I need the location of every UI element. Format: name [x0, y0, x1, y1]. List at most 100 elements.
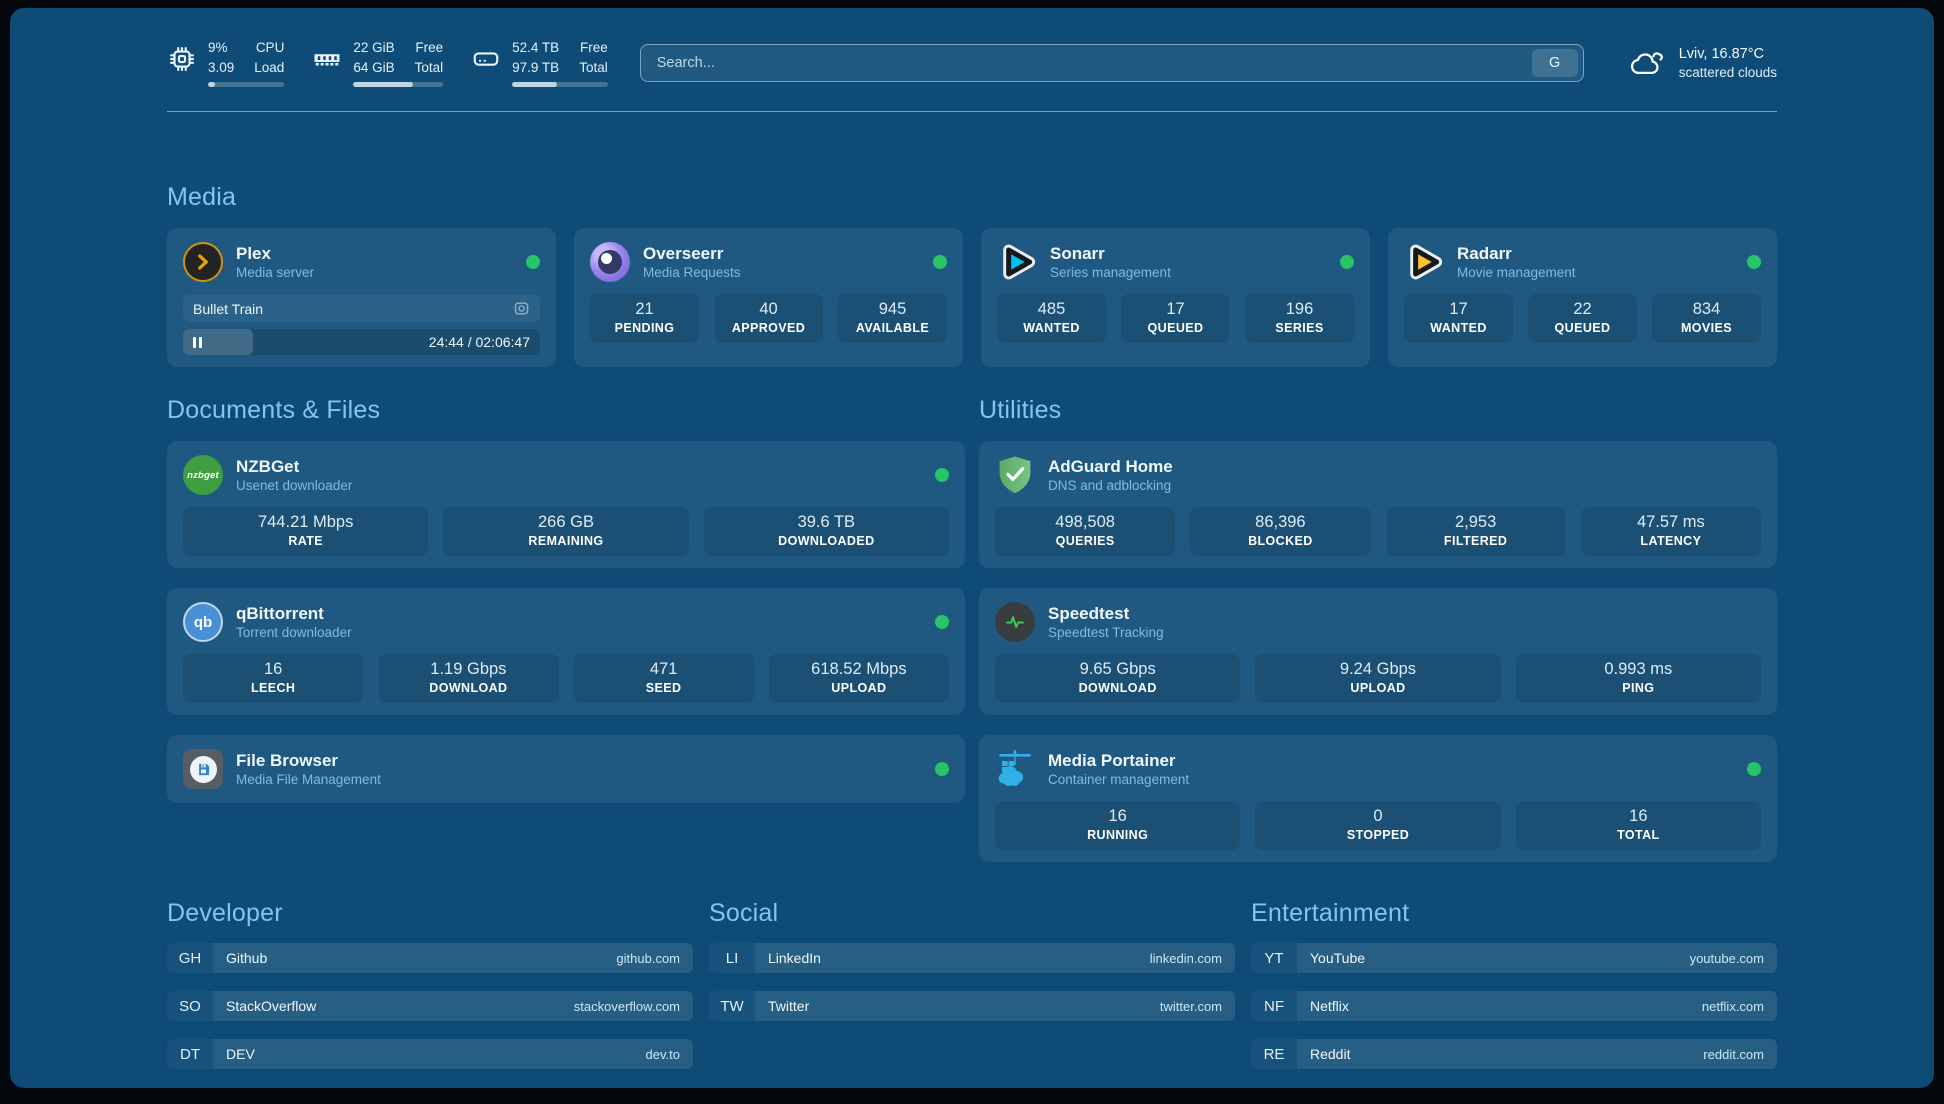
overseerr-icon — [590, 242, 630, 282]
nzbget-stats: 744.21 Mbps RATE 266 GB REMAINING 39.6 T… — [183, 507, 949, 556]
cpu-stats: 9% 3.09 CPU Load — [208, 38, 284, 87]
memory-progress-fill — [353, 82, 412, 87]
stat-approved: 40 APPROVED — [714, 294, 823, 343]
bookmark-dev[interactable]: DT DEV dev.to — [167, 1039, 693, 1069]
sonarr-status-dot — [1340, 255, 1354, 269]
qbittorrent-name: qBittorrent — [236, 604, 352, 624]
service-card-speedtest[interactable]: Speedtest Speedtest Tracking 9.65 Gbps D… — [979, 588, 1777, 715]
stat-download: 9.65 Gbps DOWNLOAD — [995, 654, 1240, 703]
cpu-chip-icon — [167, 44, 197, 74]
stat-upload: 618.52 Mbps UPLOAD — [769, 654, 949, 703]
bookmark-stackoverflow[interactable]: SO StackOverflow stackoverflow.com — [167, 991, 693, 1021]
service-card-overseerr[interactable]: Overseerr Media Requests 21 PENDING 40 A… — [574, 228, 963, 367]
speedtest-pulse-icon — [995, 602, 1035, 642]
bookmark-body: StackOverflow stackoverflow.com — [213, 991, 693, 1021]
bookmark-abbr: LI — [709, 943, 755, 973]
plex-status-dot — [526, 255, 540, 269]
disk-free-label: Free — [579, 38, 608, 58]
bookmark-twitter[interactable]: TW Twitter twitter.com — [709, 991, 1235, 1021]
nzbget-name: NZBGet — [236, 457, 352, 477]
overseerr-header: Overseerr Media Requests — [590, 240, 947, 284]
qbittorrent-status-dot — [935, 615, 949, 629]
bookmark-group-entertainment: Entertainment YT YouTube youtube.com NF … — [1251, 898, 1777, 1087]
section-title-media: Media — [167, 182, 1777, 212]
search-provider-button[interactable]: G — [1532, 49, 1578, 77]
stat-latency: 47.57 ms LATENCY — [1581, 507, 1761, 556]
cpu-widget: 9% 3.09 CPU Load — [167, 38, 284, 87]
bookmark-name: Reddit — [1310, 1046, 1350, 1062]
documents-column: Documents & Files nzbget NZBGet Usenet d… — [167, 395, 965, 803]
disk-progress-bar — [512, 82, 608, 87]
memory-free-value: 22 GiB — [353, 38, 394, 58]
portainer-crane-icon — [995, 749, 1035, 789]
radarr-subtitle: Movie management — [1457, 265, 1576, 280]
memory-progress-bar — [353, 82, 443, 87]
stat-wanted: 485 WANTED — [997, 294, 1106, 343]
bookmark-url: stackoverflow.com — [574, 999, 680, 1014]
radarr-stats: 17 WANTED 22 QUEUED 834 MOVIES — [1404, 294, 1761, 343]
stat-wanted: 17 WANTED — [1404, 294, 1513, 343]
bookmark-name: LinkedIn — [768, 950, 821, 966]
stat-queued: 22 QUEUED — [1528, 294, 1637, 343]
plex-name: Plex — [236, 244, 314, 264]
disk-total-value: 97.9 TB — [512, 58, 559, 78]
overseerr-name: Overseerr — [643, 244, 741, 264]
stat-blocked: 86,396 BLOCKED — [1190, 507, 1370, 556]
bookmark-name: DEV — [226, 1046, 255, 1062]
stat-filtered: 2,953 FILTERED — [1386, 507, 1566, 556]
sonarr-name: Sonarr — [1050, 244, 1171, 264]
service-card-qbittorrent[interactable]: qb qBittorrent Torrent downloader 16 LEE… — [167, 588, 965, 715]
service-card-portainer[interactable]: Media Portainer Container management 16 … — [979, 735, 1777, 862]
bookmark-abbr: YT — [1251, 943, 1297, 973]
service-card-filebrowser[interactable]: File Browser Media File Management — [167, 735, 965, 803]
qbittorrent-stats: 16 LEECH 1.19 Gbps DOWNLOAD 471 SEED 618… — [183, 654, 949, 703]
bookmark-body: Twitter twitter.com — [755, 991, 1235, 1021]
stat-upload: 9.24 Gbps UPLOAD — [1255, 654, 1500, 703]
portainer-status-dot — [1747, 762, 1761, 776]
service-card-radarr[interactable]: Radarr Movie management 17 WANTED 22 QUE… — [1388, 228, 1777, 367]
stat-total: 16 TOTAL — [1516, 801, 1761, 850]
qbittorrent-subtitle: Torrent downloader — [236, 625, 352, 640]
cpu-usage-value: 9% — [208, 38, 234, 58]
bookmark-github[interactable]: GH Github github.com — [167, 943, 693, 973]
overseerr-status-dot — [933, 255, 947, 269]
camera-icon — [513, 300, 530, 317]
service-card-nzbget[interactable]: nzbget NZBGet Usenet downloader 744.21 M… — [167, 441, 965, 568]
bookmark-body: DEV dev.to — [213, 1039, 693, 1069]
adguard-shield-icon — [995, 455, 1035, 495]
service-card-plex[interactable]: Plex Media server Bullet Train 24:44 / 0… — [167, 228, 556, 367]
bookmark-netflix[interactable]: NF Netflix netflix.com — [1251, 991, 1777, 1021]
radarr-header: Radarr Movie management — [1404, 240, 1761, 284]
dashboard-page: 9% 3.09 CPU Load — [10, 8, 1934, 1088]
bookmark-abbr: DT — [167, 1039, 213, 1069]
bookmark-url: reddit.com — [1703, 1047, 1764, 1062]
filebrowser-name: File Browser — [236, 751, 381, 771]
section-title-entertainment: Entertainment — [1251, 898, 1777, 928]
nzbget-subtitle: Usenet downloader — [236, 478, 352, 493]
nzbget-status-dot — [935, 468, 949, 482]
service-card-adguard[interactable]: AdGuard Home DNS and adblocking 498,508 … — [979, 441, 1777, 568]
bookmark-name: Netflix — [1310, 998, 1349, 1014]
hard-drive-icon — [471, 44, 501, 74]
weather-location-temp: Lviv, 16.87°C — [1679, 44, 1777, 64]
bookmark-reddit[interactable]: RE Reddit reddit.com — [1251, 1039, 1777, 1069]
qbittorrent-header: qb qBittorrent Torrent downloader — [183, 600, 949, 644]
topbar-divider — [167, 111, 1777, 112]
memory-total-value: 64 GiB — [353, 58, 394, 78]
service-card-sonarr[interactable]: Sonarr Series management 485 WANTED 17 Q… — [981, 228, 1370, 367]
search-input[interactable] — [655, 54, 1532, 72]
bookmark-body: Github github.com — [213, 943, 693, 973]
bookmark-youtube[interactable]: YT YouTube youtube.com — [1251, 943, 1777, 973]
ram-stick-icon — [312, 44, 342, 74]
portainer-stats: 16 RUNNING 0 STOPPED 16 TOTAL — [995, 801, 1761, 850]
bookmark-url: youtube.com — [1690, 951, 1764, 966]
speedtest-header: Speedtest Speedtest Tracking — [995, 600, 1761, 644]
filebrowser-icon — [183, 749, 223, 789]
bookmark-linkedin[interactable]: LI LinkedIn linkedin.com — [709, 943, 1235, 973]
stat-seed: 471 SEED — [574, 654, 754, 703]
stat-stopped: 0 STOPPED — [1255, 801, 1500, 850]
filebrowser-subtitle: Media File Management — [236, 772, 381, 787]
bookmark-name: Github — [226, 950, 267, 966]
nzbget-icon-text: nzbget — [187, 470, 219, 481]
middle-columns: Documents & Files nzbget NZBGet Usenet d… — [167, 395, 1777, 862]
